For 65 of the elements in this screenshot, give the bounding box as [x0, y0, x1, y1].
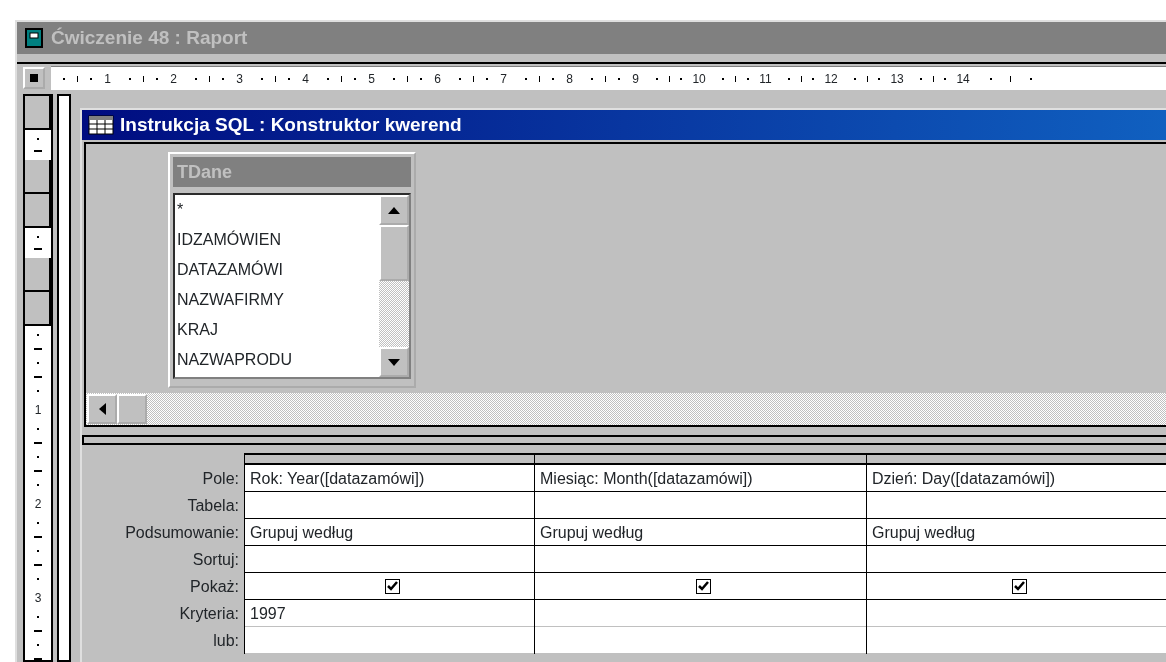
- field-list-item[interactable]: NAZWAFIRMY: [177, 285, 379, 315]
- ruler-number: 5: [368, 70, 375, 88]
- section-selector-button[interactable]: [25, 160, 51, 194]
- up-triangle-icon: [388, 206, 400, 214]
- ruler-number: 6: [434, 70, 441, 88]
- ruler-number: 4: [302, 70, 309, 88]
- ruler-number: 1: [34, 404, 42, 416]
- select-report-button[interactable]: [23, 67, 45, 89]
- ruler-number: 11: [759, 70, 772, 88]
- scroll-up-button[interactable]: [379, 195, 409, 225]
- scroll-down-button[interactable]: [379, 347, 409, 377]
- vertical-scrollbar[interactable]: [379, 195, 409, 377]
- grid-cell[interactable]: Grupuj według: [245, 519, 534, 546]
- scroll-left-button[interactable]: [87, 394, 117, 424]
- row-label: Tabela:: [186, 496, 240, 516]
- ruler-number: 9: [632, 70, 639, 88]
- table-title: TDane: [173, 157, 411, 187]
- section-selector-button[interactable]: [25, 258, 51, 292]
- ruler-number: 8: [566, 70, 573, 88]
- ruler-number: 7: [500, 70, 507, 88]
- grid-cell[interactable]: 1997: [245, 600, 534, 627]
- row-label: lub:: [212, 631, 240, 651]
- row-label: Pokaż:: [189, 577, 240, 597]
- field-list-item[interactable]: IDZAMÓWIEN: [177, 225, 379, 255]
- ruler-number: 13: [890, 70, 904, 88]
- report-icon: [25, 28, 43, 48]
- ruler-number: 12: [824, 70, 838, 88]
- scroll-thumb[interactable]: [379, 225, 409, 281]
- column-selector[interactable]: [245, 453, 534, 465]
- column-selector[interactable]: [867, 453, 1166, 465]
- pane-splitter[interactable]: [82, 435, 1166, 445]
- row-label: Podsumowanie:: [124, 523, 240, 543]
- ruler-number: 3: [34, 592, 42, 604]
- ruler-number: 10: [692, 70, 706, 88]
- ruler-number: 2: [170, 70, 177, 88]
- ruler-number: 1: [104, 70, 111, 88]
- left-triangle-icon: [98, 403, 106, 415]
- section-selector-button[interactable]: [25, 292, 51, 326]
- show-checkbox[interactable]: [384, 578, 400, 594]
- query-icon: [88, 115, 114, 135]
- down-triangle-icon: [388, 358, 400, 366]
- section-selector-button[interactable]: [25, 96, 51, 130]
- column-selector[interactable]: [535, 453, 866, 465]
- row-label: Pole:: [201, 469, 240, 489]
- grid-cell[interactable]: Miesiąc: Month([datazamówi]): [535, 465, 866, 492]
- grid-cell[interactable]: Grupuj według: [535, 519, 866, 546]
- show-checkbox[interactable]: [695, 578, 711, 594]
- query-window-title: Instrukcja SQL : Konstruktor kwerend: [120, 112, 462, 137]
- ruler-number: 2: [34, 498, 42, 510]
- grid-cell[interactable]: Dzień: Day([datazamówi]): [867, 465, 1166, 492]
- section-selector-button[interactable]: [25, 194, 51, 228]
- grid-cell[interactable]: Grupuj według: [867, 519, 1166, 546]
- row-label: Sortuj:: [191, 550, 240, 570]
- scroll-thumb[interactable]: [117, 394, 147, 424]
- window-title: Ćwiczenie 48 : Raport: [51, 25, 248, 50]
- field-list-item[interactable]: NAZWAPRODU: [177, 345, 379, 375]
- ruler-number: 3: [236, 70, 243, 88]
- horizontal-scrollbar[interactable]: [86, 393, 1166, 425]
- field-list-item[interactable]: *: [177, 195, 379, 225]
- field-list-item[interactable]: DATAZAMÓWI: [177, 255, 379, 285]
- row-label: Kryteria:: [178, 604, 240, 624]
- field-list-item[interactable]: KRAJ: [177, 315, 379, 345]
- ruler-number: 14: [956, 70, 970, 88]
- grid-cell[interactable]: Rok: Year([datazamówi]): [245, 465, 534, 492]
- show-checkbox[interactable]: [1011, 578, 1027, 594]
